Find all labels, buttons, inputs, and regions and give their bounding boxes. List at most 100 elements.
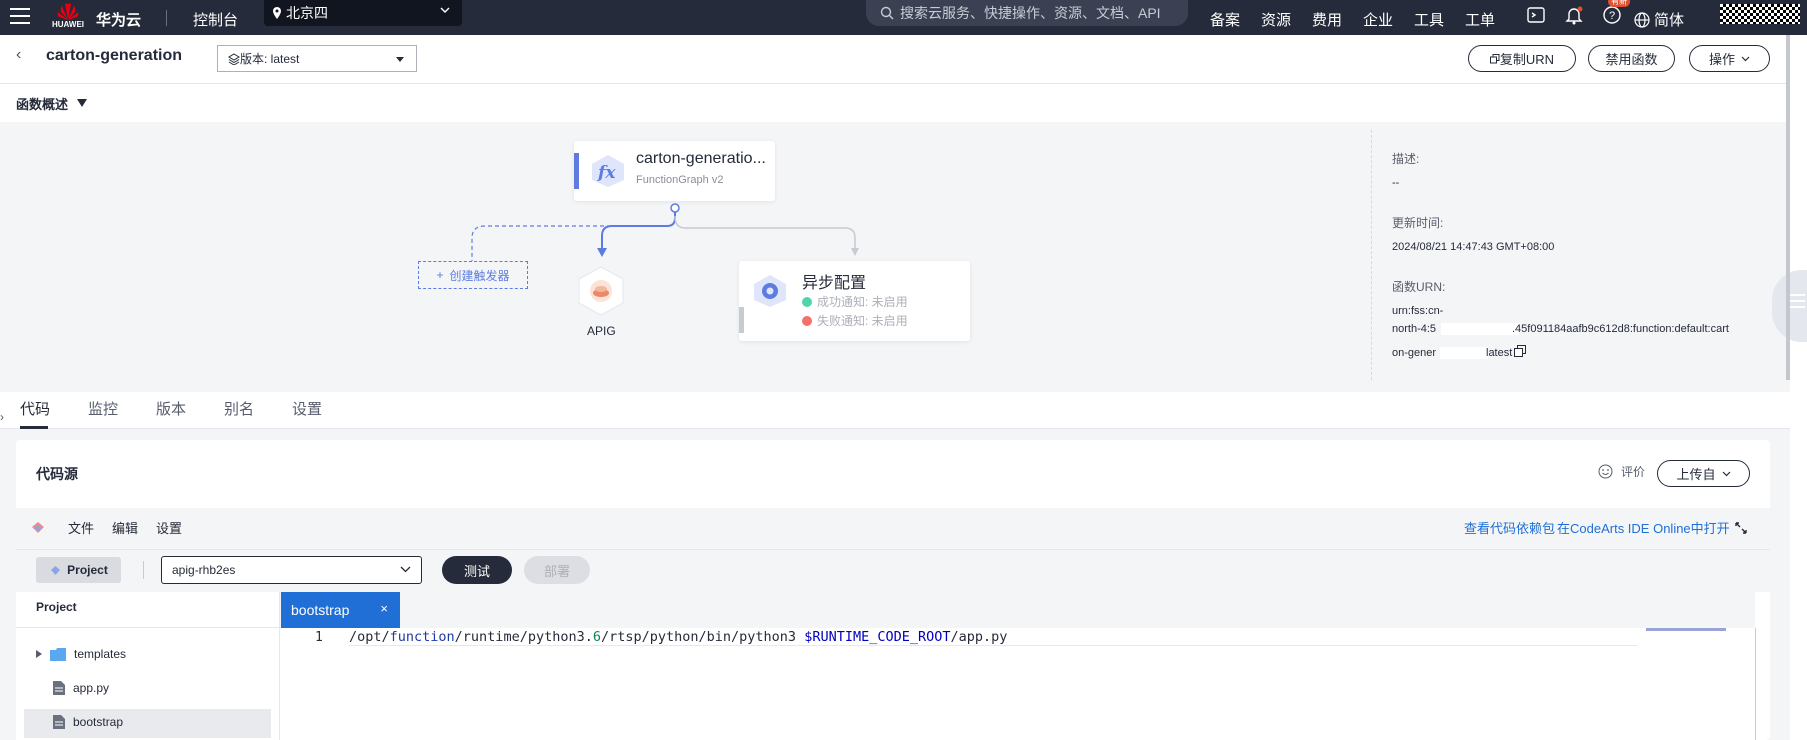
nav-link-resources[interactable]: 资源 [1261, 9, 1312, 30]
trigger-select[interactable]: apig-rhb2es [161, 556, 422, 584]
view-dependencies-link[interactable]: 查看代码依赖包 [1464, 518, 1555, 537]
header-divider [0, 83, 1790, 84]
brand-name[interactable]: 华为云 [96, 9, 141, 30]
project-toggle-button[interactable]: Project [36, 557, 121, 583]
menu-edit[interactable]: 编辑 [112, 518, 138, 537]
create-trigger-button[interactable]: + 创建触发器 [418, 261, 528, 289]
trigger-select-value: apig-rhb2es [172, 563, 236, 577]
rating-label: 评价 [1621, 465, 1646, 479]
upload-from-button[interactable]: 上传自 [1657, 460, 1750, 487]
plus-icon: + [436, 268, 444, 282]
tree-file-bootstrap[interactable]: bootstrap [53, 715, 123, 729]
actions-button[interactable]: 操作 [1689, 45, 1770, 72]
info-divider [1371, 130, 1372, 380]
nav-links: 备案 资源 费用 企业 工具 工单 [1210, 9, 1516, 30]
caret-right-icon [36, 650, 42, 658]
chevron-down-icon [400, 566, 411, 573]
chevron-down-icon [1741, 56, 1750, 61]
urn-line-2b: .45f091184aafb9c612d8:function:default:c… [1512, 323, 1729, 335]
tree-item-label: templates [74, 647, 127, 661]
smile-icon [1598, 464, 1613, 479]
copy-urn-icon[interactable] [1514, 345, 1526, 357]
open-in-ide-link[interactable]: 在CodeArts IDE Online中打开 [1557, 518, 1730, 537]
urn-line-3b: latest [1486, 347, 1513, 359]
terminal-icon[interactable] [1525, 4, 1547, 26]
function-node-card[interactable]: fx carton-generatio... FunctionGraph v2 [574, 141, 775, 201]
tab-monitor[interactable]: 监控 [88, 398, 118, 419]
ide-logo-icon [32, 522, 44, 533]
page-scrollbar[interactable] [1786, 35, 1790, 380]
tree-file-app-py[interactable]: app.py [53, 681, 109, 695]
apig-icon[interactable] [578, 266, 624, 316]
updated-label: 更新时间: [1392, 216, 1444, 230]
tab-code[interactable]: 代码 [20, 398, 50, 419]
upload-label: 上传自 [1676, 467, 1716, 482]
chevron-down-icon [440, 7, 450, 13]
editor-minimap[interactable] [1646, 628, 1726, 631]
success-status-dot [802, 296, 812, 307]
layers-icon [228, 52, 240, 65]
back-arrow-icon[interactable]: ‹ [16, 46, 21, 64]
menu-settings[interactable]: 设置 [156, 518, 182, 537]
region-selector[interactable]: 北京四 [264, 0, 462, 26]
test-button[interactable]: 测试 [442, 556, 512, 584]
nav-icon-group: ? [1525, 4, 1639, 26]
async-config-icon [754, 275, 786, 307]
global-search-input[interactable]: 搜索云服务、快捷操作、资源、文档、API [866, 0, 1188, 26]
help-icon[interactable]: ? [1601, 4, 1623, 26]
async-accent-bar [739, 307, 744, 333]
bell-icon[interactable] [1563, 4, 1585, 26]
description-label: 描述: [1392, 152, 1420, 166]
expand-icon[interactable] [1734, 521, 1748, 535]
nav-link-tools[interactable]: 工具 [1414, 9, 1465, 30]
nav-link-enterprise[interactable]: 企业 [1363, 9, 1414, 30]
tree-item-label: bootstrap [73, 715, 124, 729]
caret-down-icon [396, 57, 404, 62]
menu-file[interactable]: 文件 [68, 518, 94, 537]
location-pin-icon [273, 7, 281, 19]
project-tree-title: Project [36, 600, 77, 614]
copy-urn-button[interactable]: 复制URN [1468, 45, 1576, 72]
apig-label: APIG [587, 324, 616, 338]
urn-label: 函数URN: [1392, 280, 1446, 294]
rating-link[interactable]: 评价 [1598, 463, 1645, 480]
close-tab-icon[interactable]: × [380, 601, 388, 616]
top-nav: HUAWEI 华为云 控制台 北京四 搜索云服务、快捷操作、资源、文档、API … [0, 0, 1807, 35]
success-notify-text: 成功通知: 未启用 [817, 295, 908, 309]
editor-scrollbar[interactable] [1755, 628, 1756, 740]
nav-link-beian[interactable]: 备案 [1210, 9, 1261, 30]
async-config-card[interactable]: 异步配置 成功通知: 未启用 失败通知: 未启用 [739, 261, 970, 341]
line-number: 1 [315, 630, 323, 645]
svg-text:?: ? [1609, 10, 1615, 22]
version-select[interactable]: 版本: latest [217, 45, 417, 72]
menu-icon[interactable] [10, 8, 30, 26]
deploy-button[interactable]: 部署 [524, 556, 590, 584]
editor-tab-bootstrap[interactable]: bootstrap × [281, 592, 400, 628]
overview-label: 函数概述 [16, 97, 69, 112]
failure-status-dot [802, 315, 812, 326]
nav-link-tickets[interactable]: 工单 [1465, 9, 1516, 30]
tab-aliases[interactable]: 别名 [224, 398, 254, 419]
search-placeholder: 搜索云服务、快捷操作、资源、文档、API [900, 5, 1161, 21]
nav-link-billing[interactable]: 费用 [1312, 9, 1363, 30]
console-link[interactable]: 控制台 [193, 9, 238, 30]
tree-item-label: app.py [73, 681, 110, 695]
failure-notify-row: 失败通知: 未启用 [802, 312, 908, 329]
language-selector[interactable]: 简体 [1634, 9, 1684, 30]
chevron-right-icon[interactable]: › [0, 410, 4, 424]
flow-connectors [471, 203, 859, 261]
tab-versions[interactable]: 版本 [156, 398, 186, 419]
function-title: carton-generation [46, 47, 183, 64]
node-accent-bar [574, 153, 579, 189]
tree-folder-templates[interactable]: templates [36, 647, 126, 661]
nav-divider [166, 10, 167, 26]
async-config-title: 异步配置 [802, 275, 867, 292]
account-avatar[interactable] [1720, 4, 1800, 24]
code-line-1[interactable]: /opt/function/runtime/python3.6/rtsp/pyt… [349, 629, 1007, 645]
redaction-mask [1441, 323, 1519, 335]
tab-settings[interactable]: 设置 [292, 398, 322, 419]
collapse-caret-icon[interactable] [77, 99, 87, 107]
disable-function-button[interactable]: 禁用函数 [1588, 45, 1675, 72]
project-separator [143, 561, 144, 579]
success-notify-row: 成功通知: 未启用 [802, 293, 908, 310]
